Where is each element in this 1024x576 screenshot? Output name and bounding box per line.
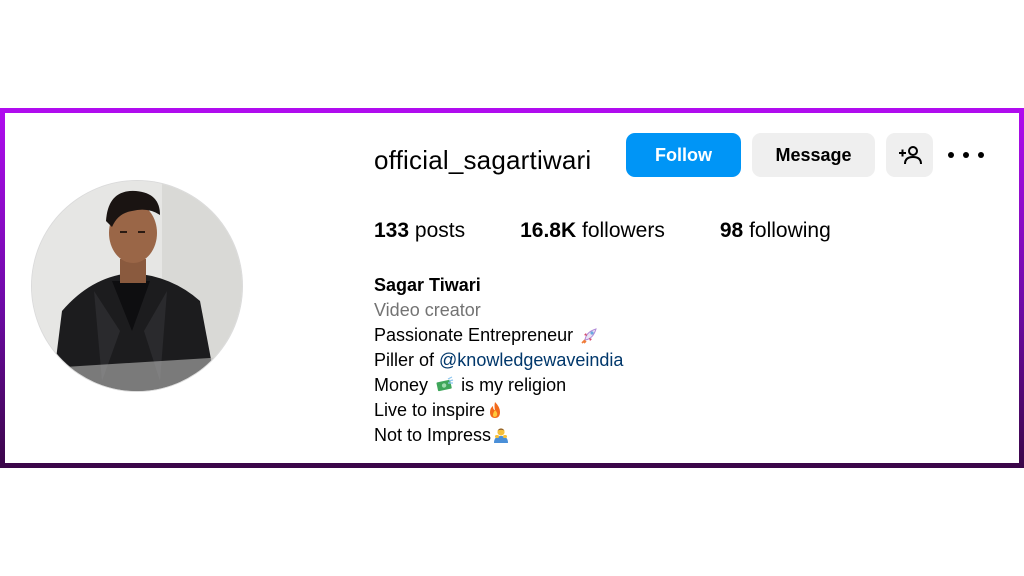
bio-line: Passionate Entrepreneur xyxy=(374,323,623,348)
following-label: following xyxy=(749,219,831,242)
person-bowing-icon xyxy=(492,426,510,444)
dot xyxy=(948,152,954,158)
posts-count: 133 xyxy=(374,219,410,242)
profile-header: official_sagartiwari Follow Message 133 … xyxy=(5,113,1019,463)
message-button[interactable]: Message xyxy=(752,133,875,177)
followers-count: 16.8K xyxy=(520,219,577,242)
posts-stat[interactable]: 133 posts xyxy=(374,219,465,243)
posts-label: posts xyxy=(414,219,466,242)
bio-line: Not to Impress xyxy=(374,423,623,448)
more-options-icon[interactable] xyxy=(948,141,984,169)
money-icon xyxy=(436,376,454,394)
bio-line-text: Money xyxy=(374,375,429,395)
mention-link[interactable]: @knowledgewaveindia xyxy=(439,350,623,370)
following-count: 98 xyxy=(719,219,744,242)
follow-button[interactable]: Follow xyxy=(626,133,741,177)
bio-line-text: is my religion xyxy=(461,375,567,395)
rocket-icon xyxy=(581,326,599,344)
username: official_sagartiwari xyxy=(374,145,592,175)
display-name: Sagar Tiwari xyxy=(374,275,481,295)
dot xyxy=(963,152,969,158)
bio-line: Money is my religion xyxy=(374,373,623,398)
bio: Sagar Tiwari Video creator Passionate En… xyxy=(374,273,623,448)
bio-line: Live to inspire xyxy=(374,398,623,423)
followers-label: followers xyxy=(581,219,665,242)
add-person-icon xyxy=(898,146,922,165)
suggested-accounts-button[interactable] xyxy=(886,133,933,177)
followers-stat[interactable]: 16.8K followers xyxy=(520,219,665,243)
dot xyxy=(978,152,984,158)
bio-line-text: Piller of xyxy=(374,350,440,370)
avatar-photo xyxy=(32,181,242,391)
category-label: Video creator xyxy=(374,300,481,320)
profile-stats: 133 posts 16.8K followers 98 following xyxy=(374,219,886,243)
avatar[interactable] xyxy=(32,181,242,391)
fire-icon xyxy=(486,401,504,419)
bio-line-text: Passionate Entrepreneur xyxy=(374,325,574,345)
profile-frame: official_sagartiwari Follow Message 133 … xyxy=(0,108,1024,468)
bio-line-text: Live to inspire xyxy=(374,400,486,420)
bio-line-text: Not to Impress xyxy=(374,425,492,445)
following-stat[interactable]: 98 following xyxy=(720,219,831,243)
bio-line: Piller of @knowledgewaveindia xyxy=(374,348,623,373)
